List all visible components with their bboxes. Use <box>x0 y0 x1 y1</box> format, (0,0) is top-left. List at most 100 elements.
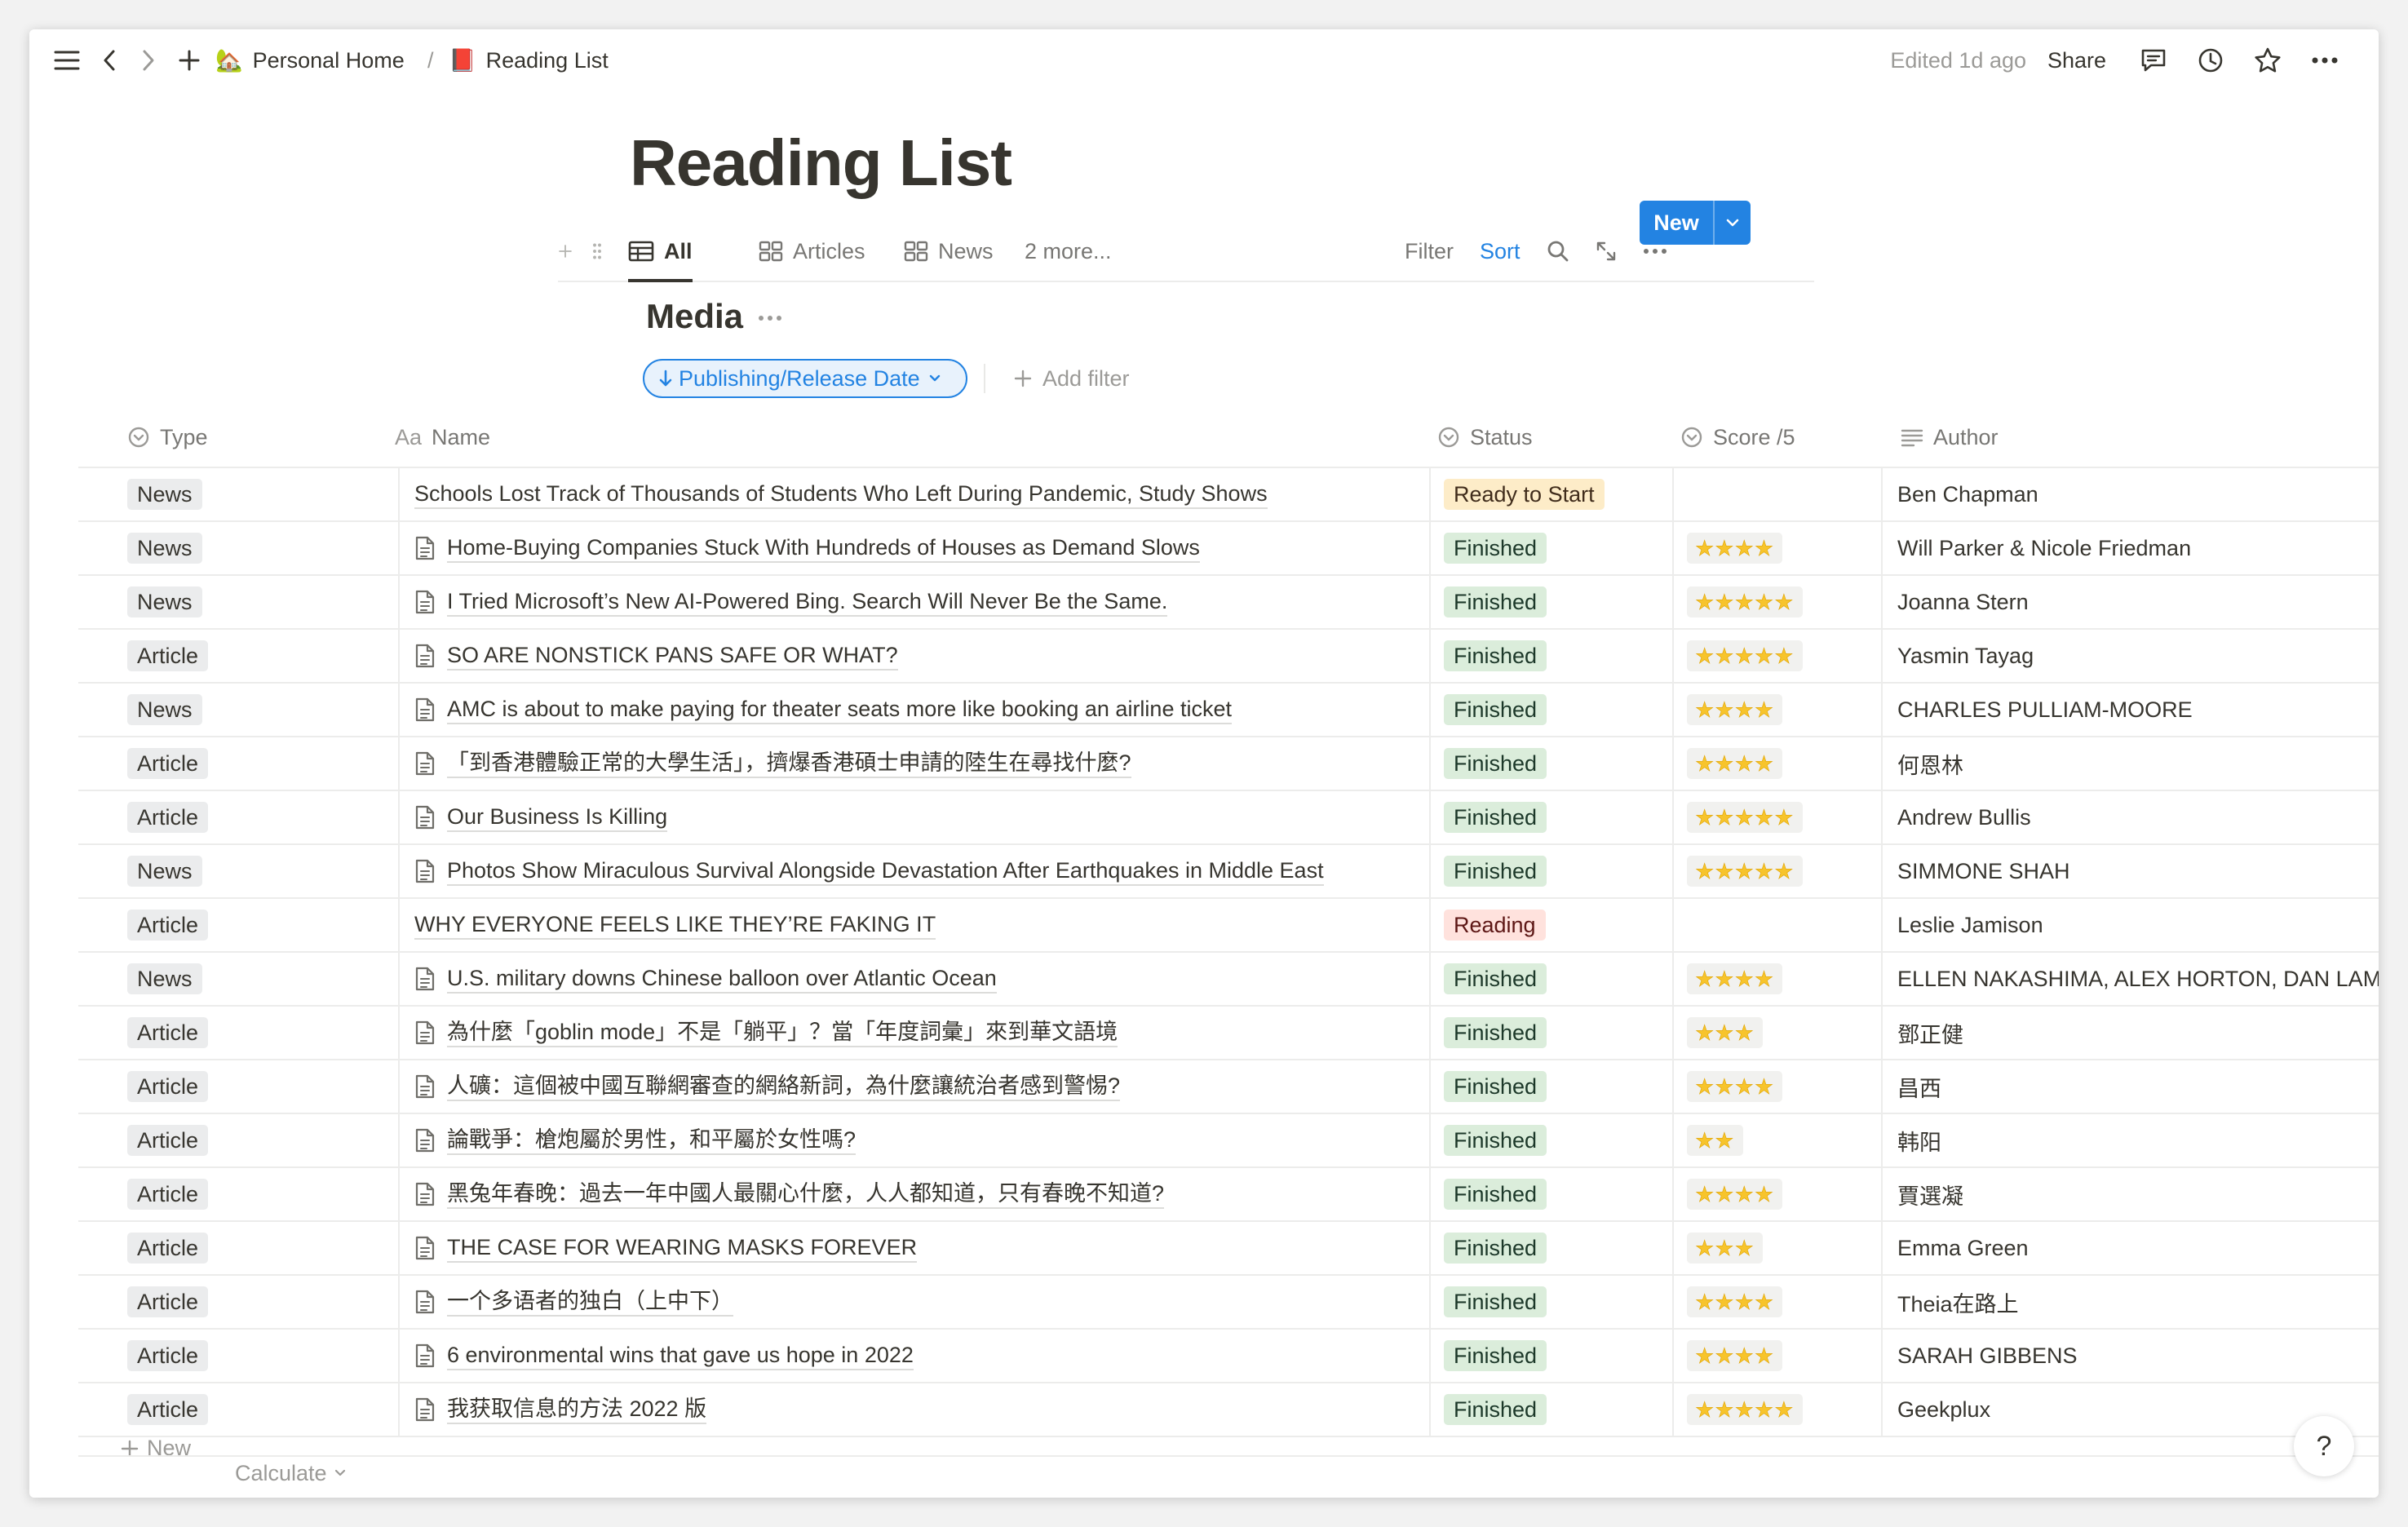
page-link[interactable]: WHY EVERYONE FEELS LIKE THEY’RE FAKING I… <box>414 910 936 940</box>
author-cell[interactable]: 何恩林 <box>1881 737 2379 790</box>
table-row[interactable]: Article 「到香港體驗正常的大學生活」，擠爆香港碩士申請的陸生在尋找什麼? F… <box>78 737 2379 791</box>
search-icon[interactable] <box>1547 233 1569 269</box>
name-cell[interactable]: Photos Show Miraculous Survival Alongsid… <box>398 845 1429 897</box>
status-cell[interactable]: Finished <box>1429 791 1672 843</box>
score-cell[interactable]: ★★★★ <box>1672 953 1881 1005</box>
name-cell[interactable]: Our Business Is Killing <box>398 791 1429 843</box>
name-cell[interactable]: 人礦：這個被中國互聯網審查的網絡新詞，為什麼讓統治者感到警惕? <box>398 1060 1429 1113</box>
page-link[interactable]: 為什麼「goblin mode」不是「躺平」？當「年度詞彙」來到華文語境 <box>447 1018 1118 1047</box>
score-cell[interactable]: ★★★★ <box>1672 1168 1881 1220</box>
page-link[interactable]: 「到香港體驗正常的大學生活」，擠爆香港碩士申請的陸生在尋找什麼? <box>447 749 1131 778</box>
status-cell[interactable]: Reading <box>1429 899 1672 951</box>
status-cell[interactable]: Finished <box>1429 1330 1672 1382</box>
name-cell[interactable]: 我获取信息的方法 2022 版 <box>398 1383 1429 1436</box>
type-cell[interactable]: Article <box>78 630 398 682</box>
author-cell[interactable]: CHARLES PULLIAM-MOORE <box>1881 684 2379 736</box>
column-header-score[interactable]: Score /5 <box>1672 408 1795 467</box>
author-cell[interactable]: Yasmin Tayag <box>1881 630 2379 682</box>
chevron-down-icon[interactable] <box>1715 218 1751 228</box>
type-cell[interactable]: Article <box>78 1330 398 1382</box>
table-row[interactable]: Article SO ARE NONSTICK PANS SAFE OR WHAT… <box>78 630 2379 684</box>
name-cell[interactable]: 論戰爭：槍炮屬於男性，和平屬於女性嗎? <box>398 1114 1429 1166</box>
table-row[interactable]: Article 論戰爭：槍炮屬於男性，和平屬於女性嗎? Finished ★★ 韩阳 <box>78 1114 2379 1168</box>
favorite-star-icon[interactable] <box>2251 44 2284 77</box>
score-cell[interactable]: ★★★★ <box>1672 737 1881 790</box>
table-row[interactable]: Article 人礦：這個被中國互聯網審查的網絡新詞，為什麼讓統治者感到警惕? Fi… <box>78 1060 2379 1114</box>
share-button[interactable]: Share <box>2047 44 2106 77</box>
tab-all[interactable]: All <box>628 233 693 282</box>
name-cell[interactable]: 「到香港體驗正常的大學生活」，擠爆香港碩士申請的陸生在尋找什麼? <box>398 737 1429 790</box>
score-cell[interactable]: ★★★★ <box>1672 1330 1881 1382</box>
page-link[interactable]: 黑兔年春晚：過去一年中國人最關心什麼，人人都知道，只有春晚不知道? <box>447 1180 1165 1209</box>
page-link[interactable]: I Tried Microsoft’s New AI-Powered Bing.… <box>447 587 1168 617</box>
type-cell[interactable]: News <box>78 845 398 897</box>
status-cell[interactable]: Finished <box>1429 522 1672 574</box>
score-cell[interactable]: ★★★★★ <box>1672 845 1881 897</box>
author-cell[interactable]: Emma Green <box>1881 1222 2379 1274</box>
expand-icon[interactable] <box>1596 233 1617 269</box>
name-cell[interactable]: 為什麼「goblin mode」不是「躺平」？當「年度詞彙」來到華文語境 <box>398 1007 1429 1059</box>
status-cell[interactable]: Finished <box>1429 1222 1672 1274</box>
type-cell[interactable]: News <box>78 522 398 574</box>
status-cell[interactable]: Finished <box>1429 1007 1672 1059</box>
status-cell[interactable]: Finished <box>1429 630 1672 682</box>
filter-button[interactable]: Filter <box>1405 233 1454 269</box>
type-cell[interactable]: Article <box>78 1222 398 1274</box>
page-link[interactable]: 我获取信息的方法 2022 版 <box>447 1395 707 1424</box>
type-cell[interactable]: Article <box>78 1383 398 1436</box>
table-row[interactable]: Article THE CASE FOR WEARING MASKS FOREVE… <box>78 1222 2379 1276</box>
score-cell[interactable]: ★★★★ <box>1672 1276 1881 1328</box>
database-more-icon[interactable] <box>752 300 788 336</box>
name-cell[interactable]: WHY EVERYONE FEELS LIKE THEY’RE FAKING I… <box>398 899 1429 951</box>
author-cell[interactable]: Andrew Bullis <box>1881 791 2379 843</box>
name-cell[interactable]: U.S. military downs Chinese balloon over… <box>398 953 1429 1005</box>
status-cell[interactable]: Finished <box>1429 1276 1672 1328</box>
status-cell[interactable]: Finished <box>1429 684 1672 736</box>
type-cell[interactable]: News <box>78 468 398 520</box>
score-cell[interactable]: ★★★★ <box>1672 1060 1881 1113</box>
back-arrow-icon[interactable] <box>93 44 126 77</box>
status-cell[interactable]: Finished <box>1429 953 1672 1005</box>
page-link[interactable]: Schools Lost Track of Thousands of Stude… <box>414 480 1268 509</box>
table-row[interactable]: Article WHY EVERYONE FEELS LIKE THEY’RE F… <box>78 899 2379 953</box>
status-cell[interactable]: Finished <box>1429 1060 1672 1113</box>
name-cell[interactable]: Home-Buying Companies Stuck With Hundred… <box>398 522 1429 574</box>
score-cell[interactable]: ★★★★★ <box>1672 1383 1881 1436</box>
page-link[interactable]: 一个多语者的独白（上中下） <box>447 1287 733 1317</box>
author-cell[interactable]: SARAH GIBBENS <box>1881 1330 2379 1382</box>
author-cell[interactable]: ELLEN NAKASHIMA, ALEX HORTON, DAN LAMOTH… <box>1881 953 2379 1005</box>
type-cell[interactable]: News <box>78 953 398 1005</box>
page-link[interactable]: Photos Show Miraculous Survival Alongsid… <box>447 856 1324 886</box>
page-link[interactable]: Our Business Is Killing <box>447 803 668 832</box>
sort-chip[interactable]: Publishing/Release Date <box>643 359 967 398</box>
column-header-status[interactable]: Status <box>1429 408 1533 467</box>
type-cell[interactable]: Article <box>78 1276 398 1328</box>
page-link[interactable]: 論戰爭：槍炮屬於男性，和平屬於女性嗎? <box>447 1126 857 1155</box>
score-cell[interactable]: ★★★ <box>1672 1007 1881 1059</box>
type-cell[interactable]: Article <box>78 737 398 790</box>
new-row-button[interactable]: New <box>78 1434 2379 1457</box>
type-cell[interactable]: Article <box>78 899 398 951</box>
score-cell[interactable]: ★★★★ <box>1672 684 1881 736</box>
menu-icon[interactable] <box>51 44 83 77</box>
more-views-button[interactable]: 2 more... <box>1025 233 1112 269</box>
tab-articles[interactable]: Articles <box>759 233 865 269</box>
more-options-icon[interactable] <box>2308 44 2341 77</box>
add-block-icon[interactable] <box>558 233 582 269</box>
status-cell[interactable]: Ready to Start <box>1429 468 1672 520</box>
table-row[interactable]: News Schools Lost Track of Thousands of S… <box>78 468 2379 522</box>
type-cell[interactable]: Article <box>78 1168 398 1220</box>
page-link[interactable]: 人礦：這個被中國互聯網審查的網絡新詞，為什麼讓統治者感到警惕? <box>447 1072 1121 1101</box>
score-cell[interactable] <box>1672 468 1881 520</box>
author-cell[interactable]: Ben Chapman <box>1881 468 2379 520</box>
status-cell[interactable]: Finished <box>1429 1383 1672 1436</box>
type-cell[interactable]: Article <box>78 791 398 843</box>
name-cell[interactable]: I Tried Microsoft’s New AI-Powered Bing.… <box>398 576 1429 628</box>
status-cell[interactable]: Finished <box>1429 1168 1672 1220</box>
column-header-author[interactable]: Author <box>1892 408 1999 467</box>
author-cell[interactable]: 昌西 <box>1881 1060 2379 1113</box>
type-cell[interactable]: Article <box>78 1060 398 1113</box>
column-header-type[interactable]: Type <box>119 408 208 467</box>
forward-arrow-icon[interactable] <box>132 44 165 77</box>
score-cell[interactable]: ★★★★★ <box>1672 791 1881 843</box>
